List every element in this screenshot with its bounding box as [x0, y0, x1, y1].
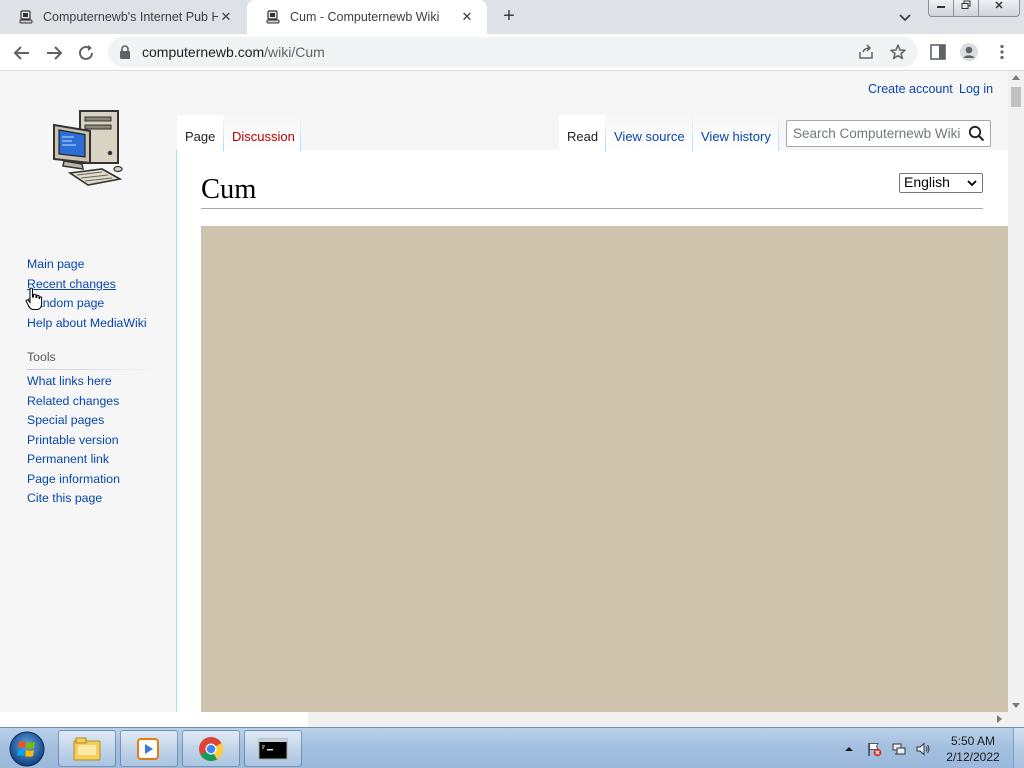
start-orb-icon[interactable] [6, 729, 46, 768]
share-icon[interactable] [857, 43, 875, 61]
back-arrow-icon[interactable] [11, 42, 33, 64]
search-input[interactable] [787, 121, 965, 146]
vertical-scrollbar[interactable] [1008, 71, 1024, 712]
new-tab-button[interactable]: + [498, 6, 520, 28]
windows-taskbar: 5:50 AM 2/12/2022 [0, 727, 1024, 768]
taskbar-chrome[interactable] [182, 730, 240, 767]
url-text: computernewb.com/wiki/Cum [142, 44, 325, 60]
command-prompt-icon [258, 738, 288, 760]
scroll-right-arrow-icon[interactable] [997, 715, 1002, 723]
tab-discussion[interactable]: Discussion [224, 115, 301, 151]
scroll-down-arrow-icon[interactable] [1012, 703, 1020, 708]
profile-avatar-icon[interactable] [959, 42, 979, 62]
sidebar-item-recent-changes[interactable]: Recent changes [27, 275, 147, 295]
sidebar-item-what-links-here[interactable]: What links here [27, 372, 120, 392]
chevron-down-icon[interactable] [896, 8, 914, 26]
sidebar-item-related-changes[interactable]: Related changes [27, 392, 120, 412]
kebab-menu-icon[interactable] [992, 42, 1012, 62]
hand-cursor-icon [25, 287, 43, 310]
site-logo-computer-icon[interactable] [50, 107, 126, 195]
create-account-link[interactable]: Create account [868, 82, 953, 96]
forward-arrow-icon[interactable] [43, 42, 65, 64]
page-title: Cum [201, 174, 257, 205]
computernewb-favicon-icon [266, 10, 280, 24]
action-center-flag-icon[interactable] [866, 741, 882, 757]
tab-close-icon[interactable]: ✕ [218, 9, 234, 25]
scrollbar-thumb[interactable] [1011, 87, 1021, 107]
sidebar-item-special-pages[interactable]: Special pages [27, 411, 120, 431]
tab-cum-computernewb-wiki[interactable]: Cum - Computernewb Wiki ✕ [247, 0, 487, 34]
restore-icon [961, 0, 971, 9]
computernewb-favicon-icon [19, 10, 33, 24]
browser-toolbar: computernewb.com/wiki/Cum [0, 34, 1024, 71]
taskbar-command-prompt[interactable] [244, 730, 302, 767]
sidebar-item-main-page[interactable]: Main page [27, 255, 147, 275]
url-path: /wiki/Cum [264, 44, 325, 60]
tab-close-icon[interactable]: ✕ [459, 9, 475, 25]
explorer-icon [73, 737, 101, 761]
log-in-link[interactable]: Log in [959, 82, 993, 96]
sidebar-tools-heading: Tools [27, 350, 155, 370]
sidebar-item-permanent-link[interactable]: Permanent link [27, 450, 120, 470]
network-icon[interactable] [891, 741, 907, 757]
wiki-search-box [786, 120, 991, 147]
horizontal-scrollbar[interactable] [308, 712, 1024, 727]
tab-view-source[interactable]: View source [606, 115, 693, 151]
search-icon[interactable] [968, 125, 985, 142]
title-divider [201, 208, 983, 209]
tab-page[interactable]: Page [177, 115, 224, 151]
bookmark-star-icon[interactable] [889, 43, 907, 61]
sidebar-item-help[interactable]: Help about MediaWiki [27, 314, 147, 334]
clock-date: 2/12/2022 [946, 750, 1000, 764]
language-select[interactable]: English [899, 173, 983, 193]
sidebar-item-printable-version[interactable]: Printable version [27, 431, 120, 451]
close-icon [995, 1, 1003, 9]
sidebar-item-cite-this-page[interactable]: Cite this page [27, 489, 120, 509]
status-gap [0, 712, 308, 727]
url-host: computernewb.com [142, 44, 265, 60]
system-clock[interactable]: 5:50 AM 2/12/2022 [938, 733, 1008, 765]
tab-internet-pub-hub[interactable]: Computernewb's Internet Pub Hu ✕ [0, 0, 246, 34]
clock-time: 5:50 AM [950, 734, 996, 748]
language-select-value: English [904, 174, 950, 190]
sidebar-navigation: Main page Recent changes Random page Hel… [27, 255, 147, 333]
chrome-icon [199, 737, 224, 762]
minimize-icon [937, 6, 945, 8]
chevron-down-icon [967, 180, 977, 187]
reload-icon[interactable] [75, 42, 97, 64]
side-panel-icon[interactable] [928, 42, 948, 62]
taskbar-media-player[interactable] [120, 730, 178, 767]
address-bar[interactable]: computernewb.com/wiki/Cum [108, 37, 918, 67]
window-minimize-button[interactable] [928, 0, 954, 17]
window-restore-button[interactable] [953, 0, 979, 17]
sidebar-item-random-page[interactable]: Random page [27, 294, 147, 314]
tab-title: Computernewb's Internet Pub Hu [43, 10, 218, 24]
volume-icon[interactable] [915, 741, 931, 757]
tab-title: Cum - Computernewb Wiki [290, 10, 440, 24]
tab-view-history[interactable]: View history [693, 115, 779, 151]
embedded-content-block[interactable] [201, 226, 1008, 712]
browser-tab-strip: Computernewb's Internet Pub Hu ✕ Cum - C… [0, 0, 1024, 34]
lock-icon[interactable] [119, 45, 131, 59]
sidebar-item-page-information[interactable]: Page information [27, 470, 120, 490]
media-player-icon [137, 738, 159, 760]
scroll-up-arrow-icon[interactable] [1012, 75, 1020, 80]
show-desktop-button[interactable] [1013, 728, 1024, 768]
window-close-button[interactable] [978, 0, 1020, 17]
tray-expand-chevron-icon[interactable] [843, 741, 855, 757]
taskbar-explorer[interactable] [58, 730, 116, 767]
tab-read[interactable]: Read [559, 115, 606, 151]
sidebar-tools: What links here Related changes Special … [27, 372, 120, 509]
